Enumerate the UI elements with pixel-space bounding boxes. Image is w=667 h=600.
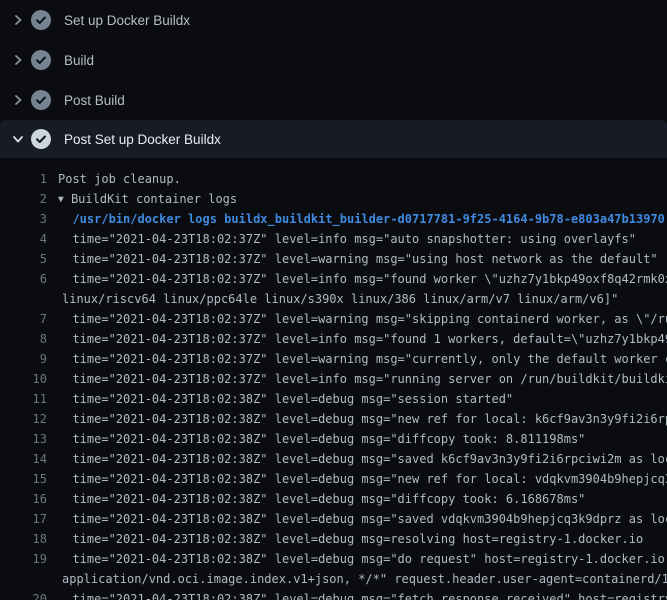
log-row: 14 time="2021-04-23T18:02:38Z" level=deb… (0, 449, 667, 469)
log-text: time="2021-04-23T18:02:37Z" level=info m… (47, 229, 636, 249)
check-circle-icon (31, 10, 51, 30)
log-row: 2▼ BuildKit container logs (0, 189, 667, 209)
line-number[interactable]: 20 (0, 589, 47, 600)
log-row: 15 time="2021-04-23T18:02:38Z" level=deb… (0, 469, 667, 489)
step-row-post-set-up-docker-buildx[interactable]: Post Set up Docker Buildx (0, 120, 667, 158)
line-number[interactable]: 8 (0, 329, 47, 349)
log-row: 12 time="2021-04-23T18:02:38Z" level=deb… (0, 409, 667, 429)
log-row: 5 time="2021-04-23T18:02:37Z" level=warn… (0, 249, 667, 269)
log-text: time="2021-04-23T18:02:38Z" level=debug … (47, 449, 667, 469)
line-number[interactable] (0, 289, 47, 309)
log-text: time="2021-04-23T18:02:37Z" level=info m… (47, 269, 667, 289)
log-row: 11 time="2021-04-23T18:02:38Z" level=deb… (0, 389, 667, 409)
log-row: 7 time="2021-04-23T18:02:37Z" level=warn… (0, 309, 667, 329)
log-text: time="2021-04-23T18:02:37Z" level=warnin… (47, 249, 658, 269)
step-row-build[interactable]: Build (0, 40, 667, 80)
log-text: ▼ BuildKit container logs (47, 189, 237, 209)
line-number[interactable]: 16 (0, 489, 47, 509)
chevron-right-icon[interactable] (11, 13, 25, 27)
line-number[interactable]: 13 (0, 429, 47, 449)
step-list: Set up Docker Buildx Build Post Build Post … (0, 0, 667, 158)
line-number[interactable]: 1 (0, 169, 47, 189)
log-text: Post job cleanup. (47, 169, 181, 189)
line-number[interactable]: 17 (0, 509, 47, 529)
line-number[interactable]: 9 (0, 349, 47, 369)
line-number[interactable]: 2 (0, 189, 47, 209)
line-number[interactable]: 18 (0, 529, 47, 549)
log-row: 17 time="2021-04-23T18:02:38Z" level=deb… (0, 509, 667, 529)
log-text: time="2021-04-23T18:02:38Z" level=debug … (47, 589, 667, 600)
log-text: time="2021-04-23T18:02:38Z" level=debug … (47, 529, 643, 549)
log-text: time="2021-04-23T18:02:38Z" level=debug … (47, 469, 667, 489)
log-row: 19 time="2021-04-23T18:02:38Z" level=deb… (0, 549, 667, 569)
step-label: Set up Docker Buildx (64, 13, 190, 28)
workflow-log-panel: Set up Docker Buildx Build Post Build Post … (0, 0, 667, 600)
log-row: 10 time="2021-04-23T18:02:37Z" level=inf… (0, 369, 667, 389)
chevron-right-icon[interactable] (11, 93, 25, 107)
chevron-down-icon[interactable] (11, 132, 25, 146)
log-text: time="2021-04-23T18:02:38Z" level=debug … (47, 489, 585, 509)
step-label: Build (64, 53, 94, 68)
line-number[interactable]: 19 (0, 549, 47, 569)
check-circle-icon (31, 90, 51, 110)
log-text: time="2021-04-23T18:02:38Z" level=debug … (47, 509, 667, 529)
check-circle-icon (31, 129, 51, 149)
chevron-right-icon[interactable] (11, 53, 25, 67)
line-number[interactable]: 14 (0, 449, 47, 469)
line-number[interactable] (0, 569, 47, 589)
check-circle-icon (31, 50, 51, 70)
log-row: 9 time="2021-04-23T18:02:37Z" level=warn… (0, 349, 667, 369)
log-text: application/vnd.oci.image.index.v1+json,… (47, 569, 667, 589)
log-row: 16 time="2021-04-23T18:02:38Z" level=deb… (0, 489, 667, 509)
log-text: time="2021-04-23T18:02:38Z" level=debug … (47, 409, 667, 429)
step-row-post-build[interactable]: Post Build (0, 80, 667, 120)
line-number[interactable]: 3 (0, 209, 47, 229)
line-number[interactable]: 5 (0, 249, 47, 269)
log-text: time="2021-04-23T18:02:37Z" level=warnin… (47, 309, 667, 329)
log-text: time="2021-04-23T18:02:38Z" level=debug … (47, 549, 667, 569)
log-text: time="2021-04-23T18:02:37Z" level=warnin… (47, 349, 667, 369)
log-text: linux/riscv64 linux/ppc64le linux/s390x … (47, 289, 618, 309)
step-label: Post Set up Docker Buildx (64, 132, 221, 147)
log-text: time="2021-04-23T18:02:38Z" level=debug … (47, 389, 513, 409)
log-area: 1Post job cleanup.2▼ BuildKit container … (0, 158, 667, 600)
line-number[interactable]: 12 (0, 409, 47, 429)
log-row: 1Post job cleanup. (0, 169, 667, 189)
log-row: 3 /usr/bin/docker logs buildx_buildkit_b… (0, 209, 667, 229)
line-number[interactable]: 7 (0, 309, 47, 329)
log-row: 20 time="2021-04-23T18:02:38Z" level=deb… (0, 589, 667, 600)
log-row: linux/riscv64 linux/ppc64le linux/s390x … (0, 289, 667, 309)
step-row-set-up-docker-buildx[interactable]: Set up Docker Buildx (0, 0, 667, 40)
line-number[interactable]: 11 (0, 389, 47, 409)
line-number[interactable]: 6 (0, 269, 47, 289)
log-command-text[interactable]: /usr/bin/docker logs buildx_buildkit_bui… (47, 209, 665, 229)
line-number[interactable]: 15 (0, 469, 47, 489)
log-row: 6 time="2021-04-23T18:02:37Z" level=info… (0, 269, 667, 289)
line-number[interactable]: 10 (0, 369, 47, 389)
log-text: time="2021-04-23T18:02:37Z" level=info m… (47, 329, 667, 349)
log-text: time="2021-04-23T18:02:38Z" level=debug … (47, 429, 585, 449)
log-group-label[interactable]: BuildKit container logs (64, 192, 237, 206)
step-label: Post Build (64, 93, 125, 108)
log-row: 18 time="2021-04-23T18:02:38Z" level=deb… (0, 529, 667, 549)
log-row: 13 time="2021-04-23T18:02:38Z" level=deb… (0, 429, 667, 449)
line-number[interactable]: 4 (0, 229, 47, 249)
log-row: application/vnd.oci.image.index.v1+json,… (0, 569, 667, 589)
log-text: time="2021-04-23T18:02:37Z" level=info m… (47, 369, 667, 389)
log-row: 8 time="2021-04-23T18:02:37Z" level=info… (0, 329, 667, 349)
log-row: 4 time="2021-04-23T18:02:37Z" level=info… (0, 229, 667, 249)
